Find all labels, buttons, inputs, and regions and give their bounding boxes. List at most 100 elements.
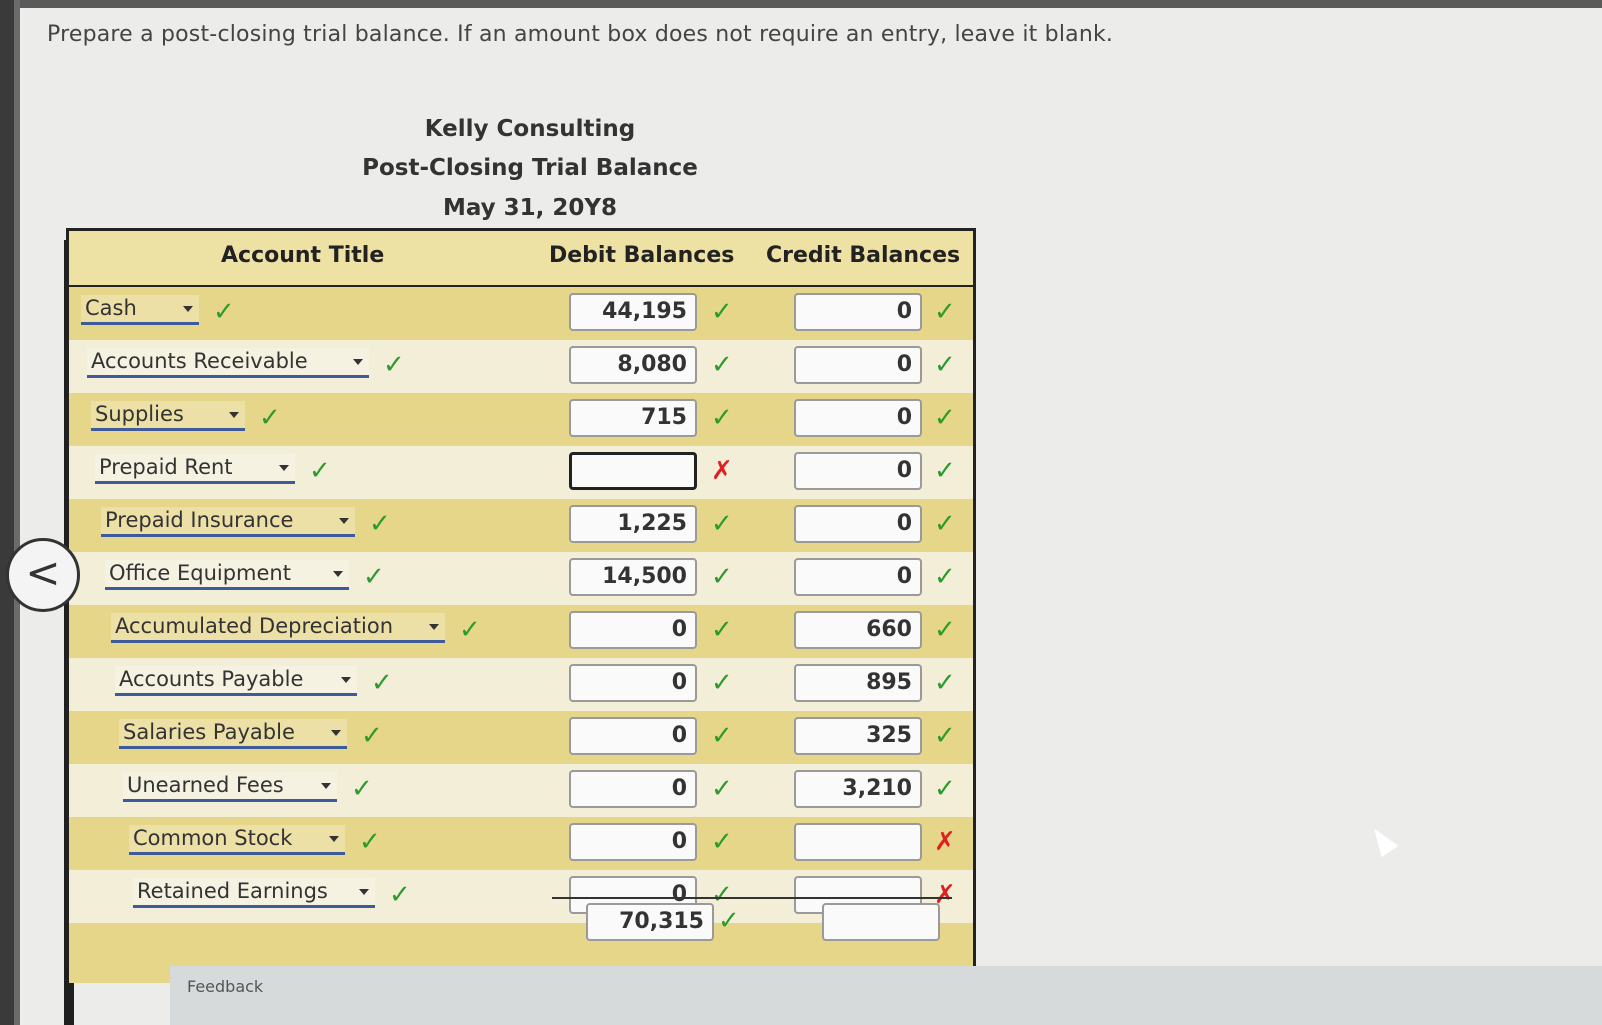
dropdown-caret-icon: [341, 677, 351, 683]
table-row: Supplies ✓ 715 ✓ 0 ✓: [69, 393, 973, 446]
account-select-label: Common Stock: [133, 826, 293, 850]
debit-amount-field[interactable]: 14,500: [569, 558, 697, 596]
debit-total-field[interactable]: 70,315: [586, 903, 714, 941]
credit-amount-field[interactable]: 0: [794, 558, 922, 596]
dropdown-caret-icon: [339, 518, 349, 524]
account-select-label: Salaries Payable: [123, 720, 295, 744]
account-select-label: Prepaid Rent: [99, 455, 233, 479]
credit-amount-field[interactable]: 0: [794, 505, 922, 543]
total-rule: [552, 897, 952, 899]
account-select-label: Accumulated Depreciation: [115, 614, 394, 638]
dropdown-caret-icon: [329, 836, 339, 842]
credit-amount-field[interactable]: 0: [794, 399, 922, 437]
trial-balance-table: Account Title Debit Balances Credit Bala…: [66, 228, 976, 983]
credit-amount-field[interactable]: 325: [794, 717, 922, 755]
credit-check-icon: ✓: [934, 774, 956, 804]
account-check-icon: ✓: [309, 456, 331, 486]
table-row: Office Equipment ✓ 14,500 ✓ 0 ✓: [69, 552, 973, 605]
account-check-icon: ✓: [361, 721, 383, 751]
account-select[interactable]: Accumulated Depreciation: [111, 613, 445, 643]
dropdown-caret-icon: [353, 359, 363, 365]
table-header: Account Title Debit Balances Credit Bala…: [69, 231, 973, 288]
account-select-label: Accounts Payable: [119, 667, 304, 691]
account-select[interactable]: Salaries Payable: [119, 719, 347, 749]
back-arrow-button[interactable]: <: [6, 538, 80, 612]
table-row: Accounts Payable ✓ 0 ✓ 895 ✓: [69, 658, 973, 711]
debit-amount-field[interactable]: 715: [569, 399, 697, 437]
account-select-label: Cash: [85, 296, 137, 320]
debit-amount-field[interactable]: 0: [569, 717, 697, 755]
dropdown-caret-icon: [331, 730, 341, 736]
account-select-label: Unearned Fees: [127, 773, 284, 797]
credit-amount-field[interactable]: 0: [794, 452, 922, 490]
debit-total-check-icon: ✓: [718, 906, 740, 936]
credit-amount-field[interactable]: 3,210: [794, 770, 922, 808]
account-select[interactable]: Prepaid Rent: [95, 454, 295, 484]
debit-amount-field[interactable]: 0: [569, 611, 697, 649]
account-select[interactable]: Common Stock: [129, 825, 345, 855]
debit-check-icon: ✓: [711, 297, 733, 327]
credit-check-icon: ✓: [934, 350, 956, 380]
debit-amount-field[interactable]: 1,225: [569, 505, 697, 543]
account-check-icon: ✓: [369, 509, 391, 539]
table-row: Accumulated Depreciation ✓ 0 ✓ 660 ✓: [69, 605, 973, 658]
debit-amount-field[interactable]: 0: [569, 823, 697, 861]
window-edge-inner: [14, 0, 20, 1025]
dropdown-caret-icon: [321, 783, 331, 789]
credit-amount-field[interactable]: 0: [794, 293, 922, 331]
debit-header: Debit Balances: [549, 243, 735, 268]
dropdown-caret-icon: [359, 889, 369, 895]
statement-title: Post-Closing Trial Balance: [362, 155, 698, 181]
credit-header: Credit Balances: [766, 243, 961, 268]
credit-check-icon: ✓: [934, 456, 956, 486]
credit-amount-field[interactable]: 0: [794, 346, 922, 384]
account-check-icon: ✓: [371, 668, 393, 698]
table-row: Salaries Payable ✓ 0 ✓ 325 ✓: [69, 711, 973, 764]
credit-check-icon: ✓: [934, 721, 956, 751]
credit-amount-field[interactable]: 660: [794, 611, 922, 649]
dropdown-caret-icon: [429, 624, 439, 630]
account-check-icon: ✓: [383, 350, 405, 380]
account-select[interactable]: Retained Earnings: [133, 878, 375, 908]
account-select[interactable]: Accounts Receivable: [87, 348, 369, 378]
table-row: Cash ✓ 44,195 ✓ 0 ✓: [69, 287, 973, 340]
credit-check-icon: ✓: [934, 562, 956, 592]
credit-check-icon: ✓: [934, 403, 956, 433]
feedback-label[interactable]: Feedback: [187, 977, 263, 996]
debit-amount-field[interactable]: 0: [569, 770, 697, 808]
dropdown-caret-icon: [333, 571, 343, 577]
account-select[interactable]: Cash: [81, 295, 199, 325]
debit-error-icon: ✗: [711, 456, 733, 486]
debit-amount-field[interactable]: 44,195: [569, 293, 697, 331]
dropdown-caret-icon: [279, 465, 289, 471]
credit-check-icon: ✓: [934, 297, 956, 327]
credit-check-icon: ✓: [934, 615, 956, 645]
credit-amount-field[interactable]: [794, 823, 922, 861]
table-row: Accounts Receivable ✓ 8,080 ✓ 0 ✓: [69, 340, 973, 393]
credit-amount-field[interactable]: 895: [794, 664, 922, 702]
credit-check-icon: ✓: [934, 509, 956, 539]
account-select[interactable]: Unearned Fees: [123, 772, 337, 802]
account-select[interactable]: Accounts Payable: [115, 666, 357, 696]
account-check-icon: ✓: [213, 297, 235, 327]
debit-check-icon: ✓: [711, 562, 733, 592]
debit-check-icon: ✓: [711, 668, 733, 698]
debit-amount-field[interactable]: 8,080: [569, 346, 697, 384]
debit-amount-field[interactable]: [569, 452, 697, 490]
account-select-label: Prepaid Insurance: [105, 508, 294, 532]
company-name: Kelly Consulting: [424, 116, 636, 142]
debit-amount-field[interactable]: 0: [569, 664, 697, 702]
debit-check-icon: ✓: [711, 827, 733, 857]
account-select-label: Office Equipment: [109, 561, 291, 585]
instructions-text: Prepare a post-closing trial balance. If…: [47, 22, 1114, 47]
table-row: Prepaid Rent ✓ ✗ 0 ✓: [69, 446, 973, 499]
credit-error-icon: ✗: [934, 827, 956, 857]
account-check-icon: ✓: [351, 774, 373, 804]
account-select[interactable]: Prepaid Insurance: [101, 507, 355, 537]
debit-check-icon: ✓: [711, 350, 733, 380]
debit-check-icon: ✓: [711, 403, 733, 433]
account-select[interactable]: Office Equipment: [105, 560, 349, 590]
credit-total-field[interactable]: [822, 903, 940, 941]
account-select[interactable]: Supplies: [91, 401, 245, 431]
account-check-icon: ✓: [459, 615, 481, 645]
